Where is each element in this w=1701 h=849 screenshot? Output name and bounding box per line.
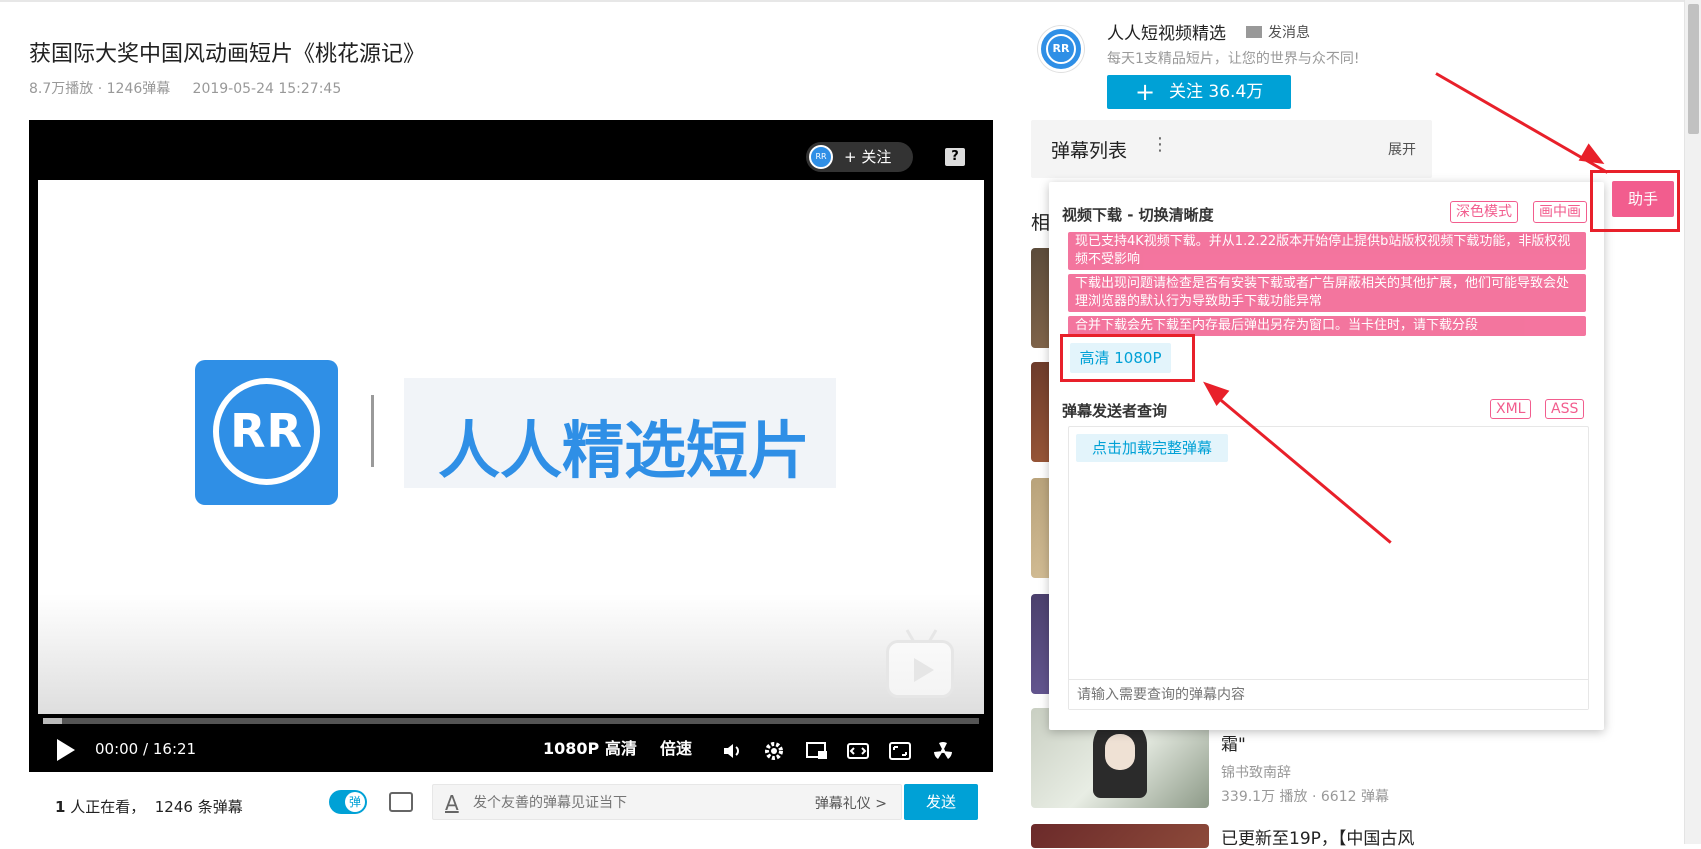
- video-player[interactable]: RR + 关注 ? RR 人人精选短片 00:00 / 16:21 1080P …: [29, 120, 993, 772]
- uploader-name[interactable]: 人人短视频精选: [1107, 19, 1226, 44]
- follow-label: 关注 36.4万: [1169, 82, 1264, 102]
- viewer-label: 人正在看，: [65, 798, 146, 816]
- help-icon[interactable]: ?: [945, 148, 965, 166]
- play-count: 8.7万播放: [29, 81, 94, 97]
- time-display: 00:00 / 16:21: [95, 726, 196, 772]
- download-section-title: 视频下载 - 切换清晰度: [1062, 206, 1214, 224]
- xml-button[interactable]: XML: [1490, 399, 1532, 419]
- danmaku-toggle-knob: 弹: [345, 792, 365, 812]
- sender-query-title: 弹幕发送者查询: [1062, 402, 1168, 420]
- time-total: 16:21: [152, 740, 197, 758]
- rr-logo-mark: RR: [213, 378, 320, 485]
- danmaku-send-bar: 1 人正在看， 1246 条弹幕 弹 A 弹幕礼仪 > 发送: [29, 772, 993, 844]
- volume-icon[interactable]: [722, 726, 744, 772]
- related-thumbnail[interactable]: [1031, 824, 1209, 848]
- bilibili-tv-icon: [886, 629, 954, 698]
- meta-separator: ·: [97, 81, 103, 97]
- ass-button[interactable]: ASS: [1545, 399, 1585, 419]
- danmaku-count: 1246弹幕: [106, 81, 171, 97]
- pip-button[interactable]: 画中画: [1533, 201, 1587, 223]
- play-icon[interactable]: [55, 739, 75, 761]
- danmaku-total: 1246 条弹幕: [154, 798, 243, 816]
- video-frame[interactable]: RR 人人精选短片: [38, 180, 984, 714]
- publish-date: 2019-05-24 15:27:45: [192, 81, 342, 97]
- danmaku-input[interactable]: [473, 790, 753, 816]
- picture-in-picture-icon[interactable]: [805, 726, 829, 772]
- danmaku-input-wrap: A 弹幕礼仪 >: [432, 784, 902, 820]
- more-menu-icon[interactable]: ⋮: [1151, 134, 1169, 155]
- danmaku-etiquette-link[interactable]: 弹幕礼仪 >: [815, 793, 887, 813]
- progress-fill: [43, 718, 62, 724]
- settings-icon[interactable]: [763, 726, 785, 772]
- progress-bar[interactable]: [43, 718, 979, 724]
- danmaku-toggle[interactable]: 弹: [329, 790, 367, 814]
- related-stats: 339.1万 播放 · 6612 弹幕: [1221, 789, 1389, 805]
- radiation-icon[interactable]: [931, 726, 955, 772]
- related-author[interactable]: 锦书致南辞: [1221, 762, 1291, 782]
- danmaku-list-title: 弹幕列表: [1051, 140, 1128, 162]
- video-title: 获国际大奖中国风动画短片《桃花源记》: [29, 42, 426, 67]
- related-heading: 相: [1031, 212, 1051, 234]
- time-current: 00:00: [95, 740, 139, 758]
- load-full-danmaku-button[interactable]: 点击加载完整弹幕: [1076, 434, 1228, 462]
- viewer-count: 1: [55, 798, 66, 816]
- notice-message: 合并下载会先下载至内存最后弹出另存为窗口。当卡住时，请下载分段: [1068, 316, 1586, 336]
- logo-text-box: 人人精选短片: [404, 378, 836, 488]
- time-separator: /: [143, 740, 149, 758]
- expand-button[interactable]: 展开: [1388, 139, 1416, 159]
- video-fade: [38, 594, 984, 714]
- danmaku-list-bar[interactable]: 弹幕列表 ⋮ 展开: [1031, 120, 1432, 178]
- uploader-description: 每天1支精品短片，让您的世界与众不同!: [1107, 51, 1360, 67]
- video-meta: 8.7万播放 · 1246弹幕 2019-05-24 15:27:45: [29, 78, 341, 98]
- widescreen-icon[interactable]: [846, 726, 870, 772]
- danmaku-query-input[interactable]: [1069, 679, 1588, 709]
- player-follow-label: + 关注: [844, 148, 892, 166]
- uploader-avatar-mark: RR: [1046, 34, 1076, 64]
- annotation-box-assistant: [1590, 170, 1680, 232]
- logo-divider: [371, 395, 374, 467]
- danmaku-query-box: 点击加载完整弹幕: [1068, 426, 1589, 710]
- notice-message: 下载出现问题请检查是否有安装下载或者广告屏蔽相关的其他扩展，他们可能导致会处理浏…: [1068, 274, 1586, 312]
- follow-button[interactable]: + 关注 36.4万: [1107, 75, 1291, 109]
- quality-selector[interactable]: 1080P 高清: [543, 726, 637, 772]
- send-message-label: 发消息: [1268, 25, 1310, 41]
- top-border: [0, 0, 1701, 2]
- plus-icon: +: [1135, 78, 1156, 106]
- logo-text: 人人精选短片: [438, 414, 811, 487]
- scrollbar-thumb[interactable]: [1688, 4, 1699, 134]
- page-scrollbar[interactable]: [1684, 0, 1701, 844]
- speed-selector[interactable]: 倍速: [660, 726, 692, 772]
- send-danmaku-button[interactable]: 发送: [904, 784, 978, 820]
- uploader-avatar[interactable]: RR: [1038, 26, 1084, 72]
- download-helper-panel: 视频下载 - 切换清晰度 深色模式 画中画 现已支持4K视频下载。并从1.2.2…: [1049, 182, 1604, 730]
- dark-mode-button[interactable]: 深色模式: [1450, 201, 1518, 223]
- font-style-icon[interactable]: A: [445, 791, 459, 815]
- player-follow-chip[interactable]: RR + 关注: [806, 142, 913, 172]
- rr-logo: RR: [195, 360, 338, 505]
- annotation-box-quality: [1060, 334, 1195, 382]
- notice-message: 现已支持4K视频下载。并从1.2.22版本开始停止提供b站版权视频下载功能，非版…: [1068, 232, 1586, 270]
- related-title[interactable]: 霜": [1221, 730, 1246, 755]
- player-controls: 00:00 / 16:21 1080P 高清 倍速: [29, 726, 993, 772]
- send-message-link[interactable]: 发消息: [1246, 22, 1310, 42]
- viewer-stats: 1 人正在看， 1246 条弹幕: [55, 796, 243, 817]
- related-title[interactable]: 已更新至19P，【中国古风: [1221, 824, 1414, 849]
- uploader-mini-avatar: RR: [809, 145, 833, 169]
- mail-icon: [1246, 26, 1262, 38]
- fullscreen-icon[interactable]: [888, 726, 912, 772]
- danmaku-settings-icon[interactable]: [389, 792, 413, 812]
